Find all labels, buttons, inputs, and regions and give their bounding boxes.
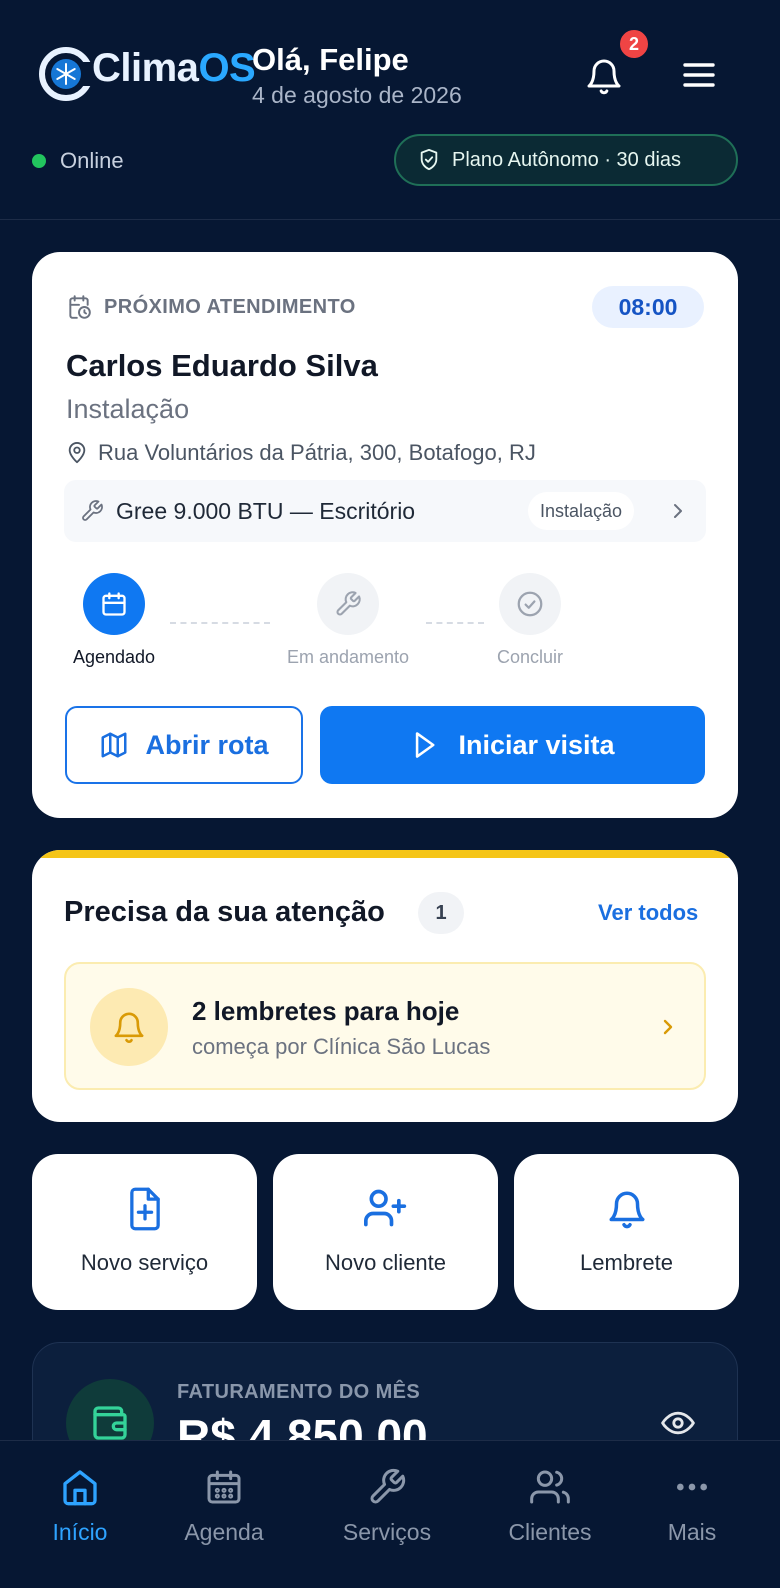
plan-badge[interactable]: Plano Autônomo · 30 dias — [394, 134, 738, 186]
nav-item-services[interactable]: Serviços — [317, 1467, 457, 1546]
snowflake-logo-icon — [39, 47, 94, 101]
appointment-time: 08:00 — [592, 286, 704, 328]
greeting-date: 4 de agosto de 2026 — [252, 82, 462, 108]
reminder-icon-circle — [90, 988, 168, 1066]
step-connector — [426, 622, 484, 624]
next-appointment-card: PRÓXIMO ATENDIMENTO 08:00 Carlos Eduardo… — [32, 252, 738, 818]
quick-action-label: Novo cliente — [324, 1250, 447, 1275]
bell-icon — [587, 59, 621, 95]
step-complete: Concluir — [484, 573, 576, 668]
home-icon — [63, 1470, 97, 1506]
reminder-title: 2 lembretes para hoje — [192, 996, 460, 1026]
online-status: Online — [32, 148, 124, 174]
step-label: Agendado — [72, 647, 156, 667]
bottom-navigation: Início Agenda Serviços Clientes Mais — [0, 1440, 780, 1588]
step-complete-circle — [499, 573, 561, 635]
map-icon — [101, 732, 127, 758]
greeting-title: Olá, Felipe — [252, 42, 409, 77]
start-visit-label: Iniciar visita — [458, 729, 615, 760]
attention-count-badge: 1 — [418, 892, 464, 934]
bell-icon — [114, 1012, 144, 1043]
nav-item-agenda[interactable]: Agenda — [154, 1467, 294, 1546]
nav-item-more[interactable]: Mais — [622, 1467, 762, 1546]
check-circle-icon — [517, 591, 543, 617]
menu-button[interactable] — [682, 60, 716, 90]
notification-badge: 2 — [618, 28, 650, 60]
reminder-button[interactable]: Lembrete — [514, 1154, 739, 1310]
nav-item-home[interactable]: Início — [10, 1467, 150, 1546]
chevron-right-icon — [663, 1019, 673, 1035]
calendar-icon — [102, 592, 126, 616]
users-icon — [530, 1470, 570, 1504]
nav-label: Mais — [667, 1519, 717, 1545]
eye-icon[interactable] — [661, 1409, 695, 1437]
quick-action-label: Novo serviço — [80, 1250, 209, 1275]
reminder-subtitle: começa por Clínica São Lucas — [192, 1034, 491, 1059]
nav-label: Clientes — [508, 1519, 592, 1545]
play-icon — [416, 732, 435, 758]
attention-title: Precisa da sua atenção — [64, 896, 385, 928]
revenue-label: FATURAMENTO DO MÊS — [177, 1381, 421, 1403]
nav-label: Agenda — [184, 1519, 264, 1545]
wrench-icon — [82, 500, 103, 521]
more-icon — [677, 1483, 707, 1491]
file-plus-icon — [129, 1187, 160, 1231]
greeting-block: Olá, Felipe 4 de agosto de 2026 — [252, 42, 462, 109]
step-in-progress-circle — [317, 573, 379, 635]
nav-item-clients[interactable]: Clientes — [480, 1467, 620, 1546]
notifications-button[interactable] — [584, 54, 624, 98]
logo-wordmark: ClimaOS — [92, 46, 256, 90]
service-type: Instalação — [66, 394, 190, 424]
attention-card: Precisa da sua atenção 1 Ver todos 2 lem… — [32, 850, 738, 1122]
step-label: Em andamento — [286, 647, 410, 667]
appointment-label: PRÓXIMO ATENDIMENTO — [66, 294, 356, 320]
chevron-right-icon — [674, 504, 682, 518]
calendar-clock-icon — [69, 295, 91, 319]
new-service-button[interactable]: Novo serviço — [32, 1154, 257, 1310]
open-route-label: Abrir rota — [145, 729, 269, 760]
app-header: ClimaOS Olá, Felipe 4 de agosto de 2026 … — [0, 0, 780, 220]
step-label: Concluir — [496, 647, 564, 667]
appointment-address: Rua Voluntários da Pátria, 300, Botafogo… — [66, 440, 536, 466]
nav-label: Início — [52, 1519, 108, 1545]
online-text: Online — [60, 148, 124, 173]
equipment-tag: Instalação — [528, 492, 635, 530]
hamburger-icon — [683, 63, 715, 87]
shield-check-icon — [420, 149, 438, 171]
wallet-icon — [93, 1406, 127, 1440]
map-pin-icon — [68, 442, 86, 464]
client-name: Carlos Eduardo Silva — [66, 348, 378, 383]
step-scheduled-circle — [83, 573, 145, 635]
online-dot — [32, 154, 46, 168]
start-visit-button[interactable]: Iniciar visita — [320, 706, 705, 784]
attention-accent-bar — [32, 850, 738, 858]
step-in-progress: Em andamento — [278, 573, 418, 668]
see-all-link[interactable]: Ver todos — [598, 900, 698, 926]
equipment-row[interactable]: Gree 9.000 BTU — Escritório Instalação — [64, 480, 706, 542]
new-client-button[interactable]: Novo cliente — [273, 1154, 498, 1310]
plan-text: Plano Autônomo · 30 dias — [452, 148, 682, 171]
climaos-logo: ClimaOS — [38, 44, 256, 104]
wrench-icon — [336, 591, 361, 616]
quick-action-label: Lembrete — [580, 1250, 673, 1275]
reminder-item[interactable]: 2 lembretes para hoje começa por Clínica… — [64, 962, 706, 1090]
equipment-name: Gree 9.000 BTU — Escritório — [116, 497, 416, 524]
nav-label: Serviços — [342, 1519, 432, 1545]
step-scheduled: Agendado — [66, 573, 162, 668]
open-route-button[interactable]: Abrir rota — [65, 706, 303, 784]
user-plus-icon — [363, 1189, 406, 1227]
step-connector — [170, 622, 270, 624]
wrench-icon — [370, 1468, 406, 1504]
bell-icon — [609, 1191, 644, 1229]
calendar-icon — [207, 1470, 241, 1504]
